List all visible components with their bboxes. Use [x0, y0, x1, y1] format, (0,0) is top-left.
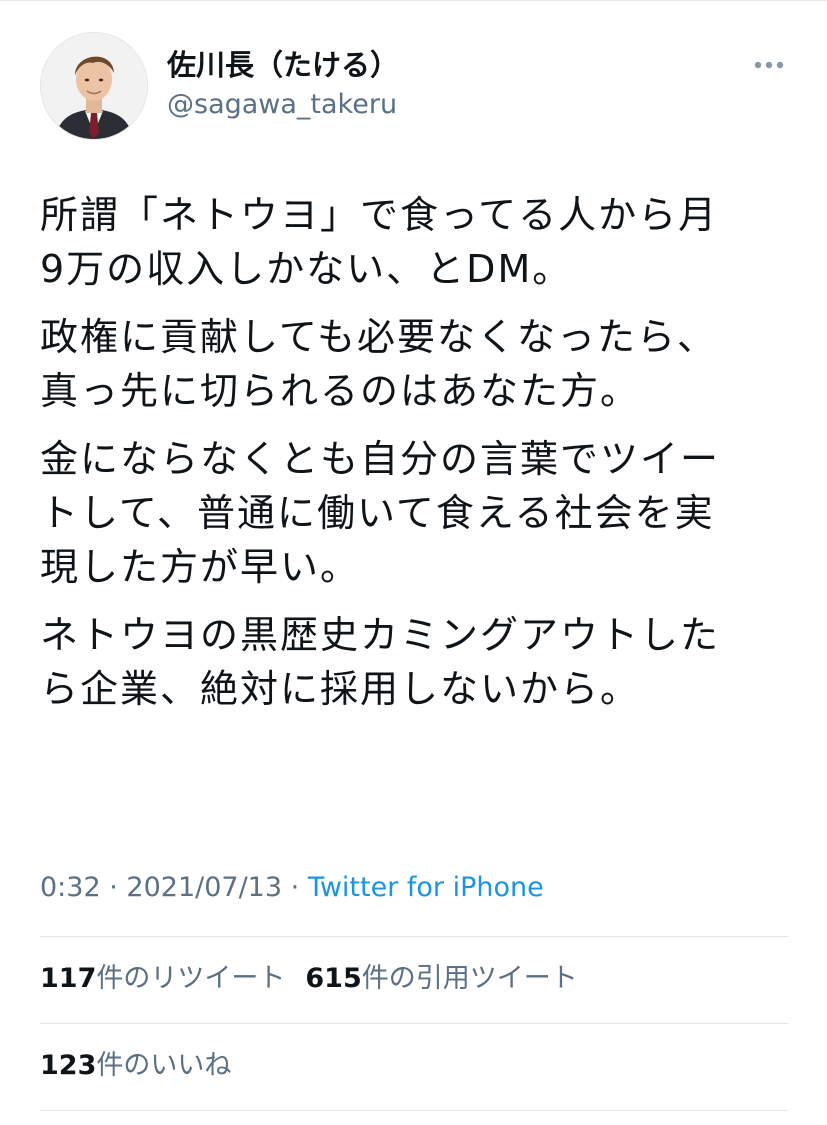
tweet-date[interactable]: 2021/07/13: [126, 872, 282, 903]
likes-stat[interactable]: 123件のいいね: [40, 1050, 231, 1081]
user-handle[interactable]: @sagawa_takeru: [167, 87, 397, 123]
tweet-paragraph: 所謂「ネトウヨ」で食ってる人から月 9万の収入しかない、とDM。: [40, 188, 800, 296]
top-divider: [0, 0, 827, 1]
retweets-count: 117: [40, 963, 97, 994]
tweet-text: 所謂「ネトウヨ」で食ってる人から月 9万の収入しかない、とDM。 政権に貢献して…: [40, 188, 800, 730]
tweet-line: トして、普通に働いて食える社会を実: [40, 491, 715, 535]
stats-divider-bottom: [40, 1110, 788, 1111]
display-name[interactable]: 佐川長（たける）: [167, 46, 399, 84]
stats-divider-middle: [40, 1023, 788, 1024]
profile-photo-avatar: [41, 33, 147, 139]
tweet-paragraph: 金にならなくとも自分の言葉でツイー トして、普通に働いて食える社会を実 現した方…: [40, 432, 800, 594]
tweet-paragraph: ネトウヨの黒歴史カミングアウトした ら企業、絶対に採用しないから。: [40, 608, 800, 716]
tweet-paragraph: 政権に貢献しても必要なくなったら、 真っ先に切られるのはあなた方。: [40, 310, 800, 418]
tweet-line: ネトウヨの黒歴史カミングアウトした: [40, 613, 721, 657]
tweet-line: 真っ先に切られるのはあなた方。: [40, 369, 641, 413]
more-options-button[interactable]: [747, 50, 791, 80]
tweet-line: 現した方が早い。: [40, 545, 361, 589]
quotes-label: 件の引用ツイート: [361, 963, 578, 994]
more-horizontal-icon: [754, 61, 784, 69]
stats-divider-top: [40, 936, 788, 937]
tweet-line: ら企業、絶対に採用しないから。: [40, 667, 641, 711]
retweet-stats-row: 117件のリツイート 615件の引用ツイート: [40, 961, 578, 997]
retweets-label: 件のリツイート: [96, 963, 286, 994]
tweet-line: 金にならなくとも自分の言葉でツイー: [40, 437, 721, 481]
retweets-stat[interactable]: 117件のリツイート: [40, 963, 285, 994]
meta-separator: ·: [109, 872, 118, 903]
likes-count: 123: [40, 1050, 97, 1081]
tweet-source-link[interactable]: Twitter for iPhone: [308, 872, 544, 903]
likes-stats-row: 123件のいいね: [40, 1048, 231, 1084]
tweet-line: 9万の収入しかない、とDM。: [40, 247, 573, 291]
tweet-line: 政権に貢献しても必要なくなったら、: [40, 315, 717, 359]
quote-tweets-stat[interactable]: 615件の引用ツイート: [305, 963, 577, 994]
quotes-count: 615: [305, 963, 362, 994]
tweet-metadata: 0:32 · 2021/07/13 · Twitter for iPhone: [40, 870, 544, 906]
tweet-time[interactable]: 0:32: [40, 872, 101, 903]
tweet-line: 所謂「ネトウヨ」で食ってる人から月: [40, 193, 719, 237]
meta-separator: ·: [290, 872, 300, 903]
likes-label: 件のいいね: [96, 1050, 232, 1081]
avatar[interactable]: [40, 32, 148, 140]
